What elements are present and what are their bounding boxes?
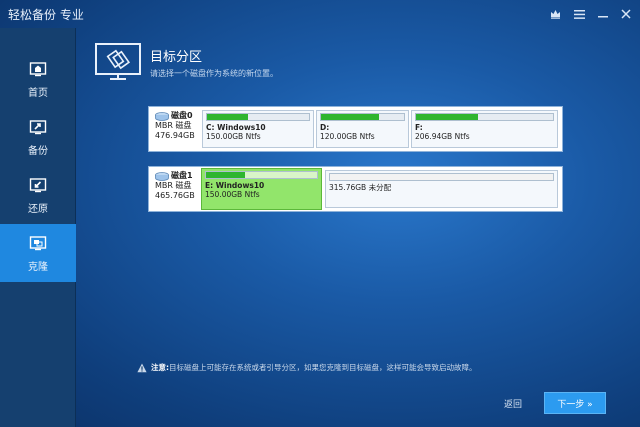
note-text: 目标磁盘上可能存在系统或者引导分区，如果您克隆到目标磁盘，这样可能会导致启动故障… [169, 363, 477, 372]
partition-e[interactable]: E: Windows10 150.00GB Ntfs [201, 168, 322, 210]
sidebar-item-label: 首页 [28, 87, 48, 99]
partition-unallocated[interactable]: 315.76GB 未分配 [325, 170, 558, 208]
sidebar-item-label: 还原 [28, 203, 48, 215]
disk-panel-0[interactable]: 磁盘0 MBR 磁盘 476.94GB C: Windows10 150.00G… [148, 106, 563, 152]
disk-size: 465.76GB [155, 191, 195, 200]
sidebar-item-label: 备份 [28, 145, 48, 157]
monitor-clone-icon [95, 43, 141, 80]
partition-detail: 206.94GB Ntfs [415, 132, 470, 141]
partition-usage-bar [207, 114, 248, 120]
disk-info: 磁盘1 MBR 磁盘 465.76GB [149, 167, 201, 211]
sidebar-item-backup[interactable]: 备份 [0, 108, 76, 166]
sidebar-item-restore[interactable]: 还原 [0, 166, 76, 224]
disk-icon [155, 171, 169, 181]
close-icon[interactable] [617, 5, 635, 23]
next-button[interactable]: 下一步 » [544, 392, 606, 414]
note-prefix: 注意: [151, 363, 169, 372]
hamburger-icon[interactable] [570, 5, 588, 23]
partition-usage-bar [416, 114, 478, 120]
partition-name: E: Windows10 [205, 181, 265, 190]
clone-icon [29, 235, 47, 250]
partition-detail: 150.00GB Ntfs [205, 190, 260, 199]
partition-usage-bar [321, 114, 380, 120]
home-icon [29, 61, 47, 76]
disk-type: MBR 磁盘 [155, 181, 192, 190]
warning-icon [137, 363, 147, 372]
sidebar: 首页 备份 还原 克隆 [0, 28, 76, 427]
app-title: 轻松备份 专业 [8, 8, 84, 22]
page-title: 目标分区 [150, 50, 203, 65]
disk-size: 476.94GB [155, 131, 195, 140]
partition-c[interactable]: C: Windows10 150.00GB Ntfs [202, 110, 314, 148]
disk-type: MBR 磁盘 [155, 121, 192, 130]
partition-detail: 150.00GB Ntfs [206, 132, 261, 141]
partition-name: D: [320, 123, 330, 132]
app-window: 轻松备份 专业 首页 备份 还原 克隆 目标分区 请选择一个磁盘作为系统的新位置… [0, 0, 640, 427]
partition-usage-bar [206, 172, 245, 178]
disk-info: 磁盘0 MBR 磁盘 476.94GB [149, 107, 201, 151]
sidebar-item-clone[interactable]: 克隆 [0, 224, 76, 282]
page-subtitle: 请选择一个磁盘作为系统的新位置。 [150, 69, 278, 78]
disk-icon [155, 111, 169, 121]
disk-panel-1[interactable]: 磁盘1 MBR 磁盘 465.76GB E: Windows10 150.00G… [148, 166, 563, 212]
sidebar-item-label: 克隆 [28, 261, 48, 273]
warning-note: 注意:目标磁盘上可能存在系统或者引导分区，如果您克隆到目标磁盘，这样可能会导致启… [137, 362, 477, 373]
partition-f[interactable]: F: 206.94GB Ntfs [411, 110, 558, 148]
partition-detail: 315.76GB 未分配 [329, 183, 392, 192]
minimize-icon[interactable] [594, 5, 612, 23]
partition-name: F: [415, 123, 423, 132]
backup-icon [29, 119, 47, 134]
disk-name: 磁盘1 [171, 171, 193, 180]
partition-d[interactable]: D: 120.00GB Ntfs [316, 110, 409, 148]
back-button[interactable]: 返回 [504, 397, 522, 410]
crown-icon[interactable] [546, 5, 564, 23]
title-bar: 轻松备份 专业 [0, 0, 640, 28]
partition-name: C: Windows10 [206, 123, 266, 132]
restore-icon [29, 177, 47, 192]
partition-detail: 120.00GB Ntfs [320, 132, 375, 141]
sidebar-item-home[interactable]: 首页 [0, 50, 76, 108]
disk-name: 磁盘0 [171, 111, 193, 120]
